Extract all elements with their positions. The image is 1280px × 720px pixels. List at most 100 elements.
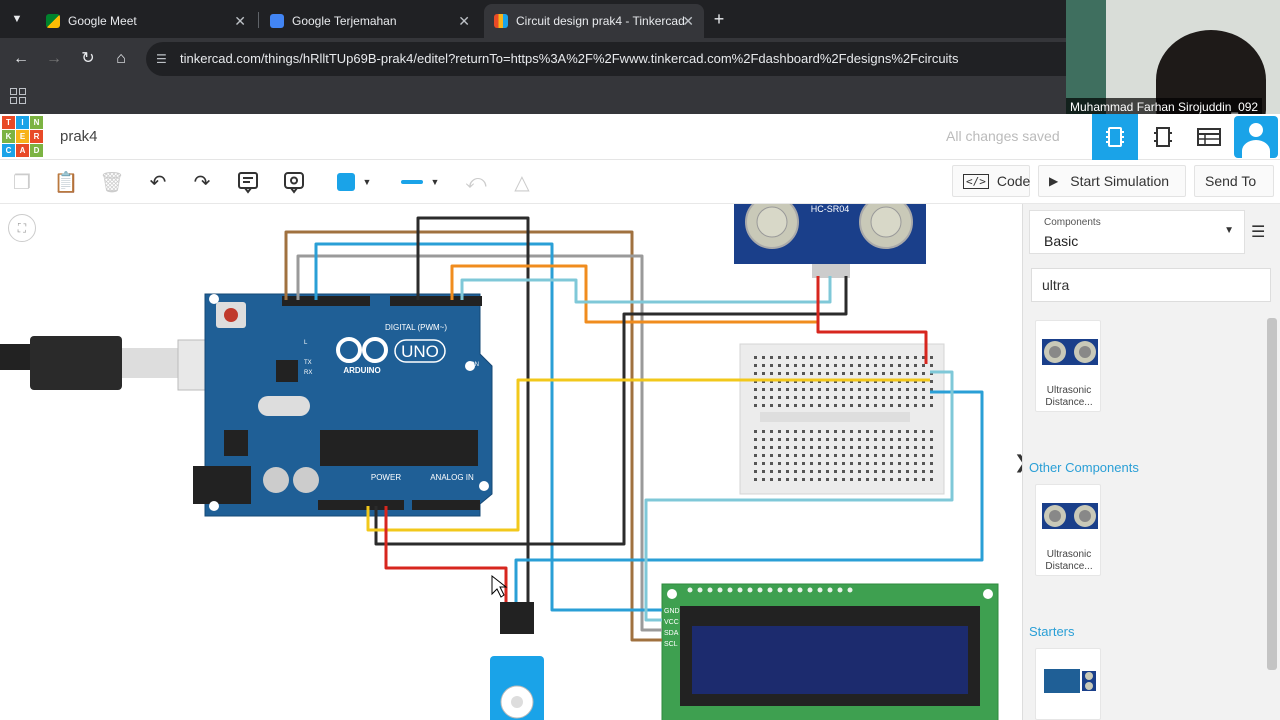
breadboard-hole — [770, 470, 773, 473]
breadboard-hole — [802, 404, 805, 407]
breadboard-hole — [786, 454, 789, 457]
breadboard-hole — [826, 396, 829, 399]
rotate-icon[interactable]: ⤺ — [462, 168, 490, 196]
breadboard-hole — [778, 356, 781, 359]
notes-visibility-icon[interactable] — [280, 168, 308, 196]
breadboard-hole — [842, 404, 845, 407]
breadboard-hole — [922, 478, 925, 481]
servo-motor[interactable] — [490, 602, 544, 720]
delete-icon[interactable]: 🗑 — [98, 168, 126, 196]
breadboard-hole — [930, 446, 933, 449]
breadboard-hole — [810, 438, 813, 441]
url-input[interactable]: ☰ tinkercad.com/things/hRlltTUp69B-prak4… — [146, 42, 1146, 76]
table-view-icon — [1197, 128, 1221, 146]
apps-grid-icon[interactable] — [10, 88, 26, 104]
component-search-input[interactable]: ultra — [1031, 268, 1271, 302]
component-card-ultrasonic-other[interactable]: Ultrasonic Distance... — [1035, 484, 1101, 576]
back-arrow-icon[interactable]: ← — [10, 48, 32, 70]
breadboard-hole — [802, 470, 805, 473]
wire-type-picker[interactable]: ▼ — [396, 168, 444, 196]
breadboard-hole — [834, 478, 837, 481]
lcd-pin-vcc: VCC — [664, 619, 679, 626]
chevron-down-icon: ▼ — [1224, 225, 1234, 236]
breadboard-hole — [834, 364, 837, 367]
breadboard-hole — [890, 356, 893, 359]
breadboard-hole — [882, 396, 885, 399]
breadboard-hole — [922, 438, 925, 441]
breadboard[interactable] — [739, 343, 945, 495]
lcd-pin-hole — [827, 587, 833, 593]
breadboard-hole — [874, 454, 877, 457]
reload-icon[interactable]: ↻ — [77, 48, 99, 70]
card-caption: Distance... — [1045, 397, 1093, 408]
ultrasonic-thumbnail-icon — [1042, 339, 1098, 365]
component-list-button[interactable] — [1186, 114, 1232, 160]
logo-letter: E — [16, 130, 29, 143]
breadboard-hole — [850, 438, 853, 441]
breadboard-hole — [826, 364, 829, 367]
lcd-pin-hole — [687, 587, 693, 593]
tab-google-translate[interactable]: Google Terjemahan ✕ — [260, 4, 480, 38]
breadboard-hole — [866, 446, 869, 449]
send-to-button[interactable]: Send To — [1194, 165, 1274, 197]
undo-icon[interactable]: ↶ — [144, 168, 172, 196]
breadboard-hole — [930, 396, 933, 399]
components-dropdown[interactable]: Components Basic ▼ — [1029, 210, 1245, 254]
breadboard-hole — [890, 388, 893, 391]
panel-scrollbar[interactable] — [1267, 318, 1277, 670]
breadboard-hole — [794, 364, 797, 367]
circuit-canvas[interactable]: ⛶ UNO ARDUINO DIGITAL (PWM~) POWER ANALO… — [0, 204, 1022, 720]
breadboard-hole — [850, 454, 853, 457]
tab-google-meet[interactable]: Google Meet ✕ — [36, 4, 256, 38]
color-swatch — [336, 173, 355, 191]
starter-card-arduino[interactable] — [1035, 648, 1101, 720]
breadboard-hole — [890, 396, 893, 399]
breadboard-hole — [850, 356, 853, 359]
breadboard-hole — [762, 478, 765, 481]
breadboard-hole — [818, 404, 821, 407]
other-components-heading[interactable]: Other Components — [1029, 460, 1139, 475]
code-label: Code — [996, 173, 1031, 189]
breadboard-hole — [826, 454, 829, 457]
arduino-starter-thumbnail-icon — [1044, 669, 1096, 693]
code-button[interactable]: </> Code — [952, 165, 1030, 197]
breadboard-hole — [754, 372, 757, 375]
starters-heading[interactable]: Starters — [1029, 624, 1075, 639]
tab-search-icon[interactable]: ▼ — [6, 8, 28, 30]
breadboard-hole — [914, 396, 917, 399]
new-tab-button[interactable]: + — [708, 8, 730, 30]
copy-icon[interactable]: ❐ — [8, 168, 36, 196]
schematic-view-button[interactable] — [1140, 114, 1186, 160]
note-icon[interactable] — [234, 168, 262, 196]
tab-tinkercad[interactable]: Circuit design prak4 - Tinkercad ✕ — [484, 4, 704, 38]
breadboard-hole — [794, 446, 797, 449]
arduino-uno-board[interactable]: UNO ARDUINO DIGITAL (PWM~) POWER ANALOG … — [193, 293, 493, 517]
breadboard-hole — [802, 364, 805, 367]
tinkercad-logo[interactable]: T I N K E R C A D — [2, 116, 43, 157]
breadboard-hole — [810, 470, 813, 473]
lcd-pin-hole — [787, 587, 793, 593]
site-settings-icon[interactable]: ☰ — [156, 42, 167, 76]
close-tab-icon[interactable]: ✕ — [682, 13, 694, 30]
home-icon[interactable]: ⌂ — [110, 48, 132, 70]
forward-arrow-icon[interactable]: → — [43, 48, 65, 70]
breadboard-hole — [858, 478, 861, 481]
color-picker[interactable]: ▼ — [330, 168, 378, 196]
close-tab-icon[interactable]: ✕ — [458, 13, 470, 30]
flip-icon[interactable]: △ — [508, 168, 536, 196]
component-card-ultrasonic[interactable]: Ultrasonic Distance... — [1035, 320, 1101, 412]
breadboard-hole — [834, 404, 837, 407]
lcd-pin-hole — [757, 587, 763, 593]
project-name[interactable]: prak4 — [60, 128, 98, 145]
close-tab-icon[interactable]: ✕ — [234, 13, 246, 30]
breadboard-hole — [922, 462, 925, 465]
circuit-view-button[interactable] — [1092, 114, 1138, 160]
paste-icon[interactable]: 📋 — [52, 168, 80, 196]
breadboard-hole — [810, 364, 813, 367]
ultrasonic-sensor[interactable]: HC-SR04 — [734, 204, 926, 278]
list-view-icon[interactable]: ☰ — [1251, 222, 1265, 242]
start-simulation-button[interactable]: ▶ Start Simulation — [1038, 165, 1186, 197]
redo-icon[interactable]: ↷ — [188, 168, 216, 196]
user-avatar[interactable] — [1234, 116, 1278, 158]
lcd-display[interactable]: GND VCC SDA SCL — [661, 583, 999, 720]
